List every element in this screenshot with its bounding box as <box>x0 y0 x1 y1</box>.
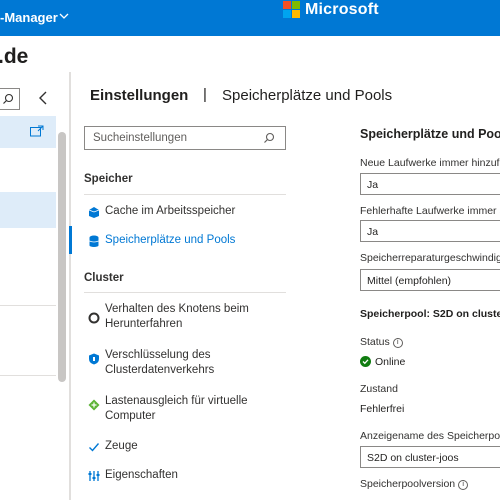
field-label: Speicherreparaturgeschwindig <box>360 252 500 264</box>
divider <box>0 305 56 306</box>
app-name[interactable]: -Manager <box>0 10 58 25</box>
settings-search-input[interactable]: Sucheinstellungen <box>84 126 286 150</box>
load-balance-icon <box>88 399 100 411</box>
microsoft-logo-icon <box>283 1 301 19</box>
nav-item-storage-pools[interactable]: Speicherplätze und Pools <box>84 233 286 249</box>
search-placeholder: Sucheinstellungen <box>93 132 187 144</box>
display-name-input[interactable]: S2D on cluster-joos <box>360 446 500 468</box>
page-subtitle: Speicherplätze und Pools <box>222 87 393 104</box>
pool-heading: Speicherpool: S2D on cluster- <box>360 308 500 320</box>
field-label: Neue Laufwerke immer hinzufü <box>360 157 500 169</box>
top-bar: -Manager Microsoft <box>0 0 500 36</box>
add-new-drives-select[interactable]: Ja <box>360 173 500 195</box>
field-label: Anzeigename des Speicherpoo <box>360 430 500 442</box>
status-value: Online <box>360 356 405 368</box>
field-value: S2D on cluster-joos <box>367 452 459 464</box>
zustand-value: Fehlerfrei <box>360 403 405 415</box>
left-nav-item-highlight[interactable] <box>0 192 56 228</box>
info-icon[interactable]: i <box>392 338 403 348</box>
page-title: .de <box>0 45 29 68</box>
storage-pools-icon <box>89 235 99 247</box>
title-separator: | <box>203 86 207 103</box>
nav-item-label: Cache im Arbeitsspeicher <box>105 205 236 217</box>
panel-title: Speicherplätze und Poo <box>360 127 500 141</box>
left-search-input[interactable] <box>0 88 20 110</box>
left-navigation <box>0 72 70 500</box>
open-external-icon[interactable] <box>30 125 44 137</box>
node-shutdown-icon <box>88 312 100 324</box>
info-icon[interactable]: i <box>458 480 469 490</box>
divider <box>84 292 286 293</box>
version-label: Speicherpoolversion i <box>360 478 469 490</box>
field-value: Mittel (empfohlen) <box>367 275 452 287</box>
chevron-down-icon[interactable] <box>59 11 69 21</box>
nav-item-encryption[interactable]: Verschlüsselung des Clusterdatenverkehrs <box>84 348 286 380</box>
group-heading-cluster: Cluster <box>84 272 124 284</box>
nav-item-label: Lastenausgleich für virtuelle Computer <box>105 395 248 422</box>
nav-item-load-balancing[interactable]: Lastenausgleich für virtuelle Computer <box>84 394 286 426</box>
nav-item-label: Speicherplätze und Pools <box>105 234 236 246</box>
online-check-icon <box>360 356 371 367</box>
zustand-label: Zustand <box>360 383 398 395</box>
failed-drives-select[interactable]: Ja <box>360 220 500 242</box>
status-label: Status i <box>360 336 403 348</box>
checkmark-icon <box>89 443 100 452</box>
nav-item-label: Verschlüsselung des Clusterdatenverkehrs <box>105 349 215 376</box>
divider <box>0 375 56 376</box>
nav-item-node-shutdown[interactable]: Verhalten des Knotens beim Herunterfahre… <box>84 302 286 334</box>
nav-item-properties[interactable]: Eigenschaften <box>84 468 286 484</box>
nav-item-witness[interactable]: Zeuge <box>84 439 286 455</box>
microsoft-brand: Microsoft <box>305 1 379 18</box>
left-nav-item-selected[interactable] <box>0 116 56 148</box>
active-indicator <box>69 226 72 254</box>
field-label: Fehlerhafte Laufwerke immer a <box>360 205 500 217</box>
properties-icon <box>88 471 100 481</box>
repair-speed-select[interactable]: Mittel (empfohlen) <box>360 269 500 291</box>
nav-item-memory-cache[interactable]: Cache im Arbeitsspeicher <box>84 204 286 220</box>
group-heading-speicher: Speicher <box>84 173 133 185</box>
encryption-shield-icon <box>89 353 99 365</box>
nav-item-label: Zeuge <box>105 440 138 452</box>
collapse-chevron-icon[interactable] <box>37 90 49 106</box>
search-icon <box>264 132 275 143</box>
field-value: Ja <box>367 226 379 238</box>
nav-item-label: Eigenschaften <box>105 469 178 481</box>
nav-item-label: Verhalten des Knotens beim Herunterfahre… <box>105 303 249 330</box>
search-icon <box>3 93 14 104</box>
memory-cache-icon <box>88 207 100 218</box>
section-title: Einstellungen <box>90 87 189 104</box>
left-scrollbar[interactable] <box>58 132 66 382</box>
divider <box>70 72 71 500</box>
field-value: Ja <box>367 179 379 191</box>
divider <box>84 194 286 195</box>
